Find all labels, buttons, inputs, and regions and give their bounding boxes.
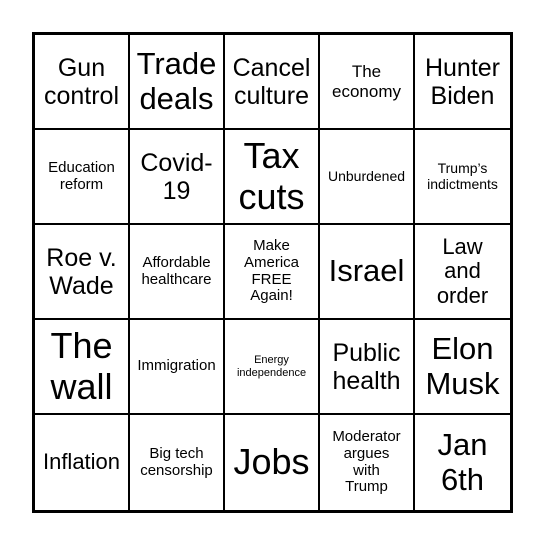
bingo-cell[interactable]: Make America FREE Again! (225, 225, 320, 320)
bingo-cell[interactable]: Energy independence (225, 320, 320, 415)
bingo-cell[interactable]: The wall (35, 320, 130, 415)
bingo-cell-label: The wall (50, 325, 113, 407)
bingo-cell[interactable]: Tax cuts (225, 130, 320, 225)
bingo-cell-label: Trump’s indictments (427, 159, 498, 192)
bingo-cell[interactable]: The economy (320, 35, 415, 130)
bingo-cell-label: Elon Musk (425, 330, 500, 401)
bingo-cell-label: Trade deals (136, 45, 217, 116)
bingo-cell-label: Jobs (233, 441, 310, 483)
bingo-cell[interactable]: Elon Musk (415, 320, 510, 415)
bingo-cell-label: Covid- 19 (140, 148, 213, 205)
bingo-cell[interactable]: Law and order (415, 225, 510, 320)
bingo-cell-label: Immigration (137, 357, 216, 375)
bingo-cell[interactable]: Jan 6th (415, 415, 510, 510)
bingo-cell[interactable]: Gun control (35, 35, 130, 130)
bingo-cell-label: Make America FREE Again! (243, 236, 299, 305)
bingo-cell[interactable]: Covid- 19 (130, 130, 225, 225)
bingo-cell[interactable]: Public health (320, 320, 415, 415)
bingo-cell[interactable]: Roe v. Wade (35, 225, 130, 320)
bingo-cell[interactable]: Inflation (35, 415, 130, 510)
bingo-cell[interactable]: Immigration (130, 320, 225, 415)
bingo-cell-label: Roe v. Wade (46, 243, 117, 300)
bingo-cell-label: Affordable healthcare (141, 253, 212, 288)
bingo-cell-label: Inflation (42, 449, 121, 475)
bingo-cell-label: Unburdened (327, 167, 406, 184)
bingo-cell[interactable]: Trump’s indictments (415, 130, 510, 225)
bingo-cell[interactable]: Education reform (35, 130, 130, 225)
bingo-cell-label: Tax cuts (238, 135, 305, 217)
bingo-cell[interactable]: Israel (320, 225, 415, 320)
bingo-cell-label: Energy independence (236, 354, 307, 379)
bingo-cell-label: Public health (332, 338, 401, 395)
bingo-cell-label: Education reform (48, 158, 115, 193)
bingo-cell-label: Hunter Biden (424, 53, 501, 110)
bingo-cell[interactable]: Big tech censorship (130, 415, 225, 510)
bingo-cell-label: Israel (328, 253, 405, 289)
bingo-cell[interactable]: Jobs (225, 415, 320, 510)
bingo-cell-label: Cancel culture (232, 53, 311, 110)
bingo-cell-label: The economy (332, 62, 401, 101)
bingo-cell-label: Big tech censorship (140, 444, 213, 479)
bingo-cell-label: Gun control (43, 53, 120, 110)
bingo-cell[interactable]: Moderator argues with Trump (320, 415, 415, 510)
bingo-cell-label: Law and order (436, 233, 489, 308)
bingo-cell[interactable]: Affordable healthcare (130, 225, 225, 320)
bingo-cell-label: Moderator argues with Trump (332, 427, 401, 496)
bingo-cell[interactable]: Cancel culture (225, 35, 320, 130)
bingo-cell[interactable]: Unburdened (320, 130, 415, 225)
bingo-cell-label: Jan 6th (437, 426, 488, 497)
bingo-cell[interactable]: Hunter Biden (415, 35, 510, 130)
bingo-card: Gun control Trade deals Cancel culture The … (32, 32, 513, 513)
bingo-cell[interactable]: Trade deals (130, 35, 225, 130)
